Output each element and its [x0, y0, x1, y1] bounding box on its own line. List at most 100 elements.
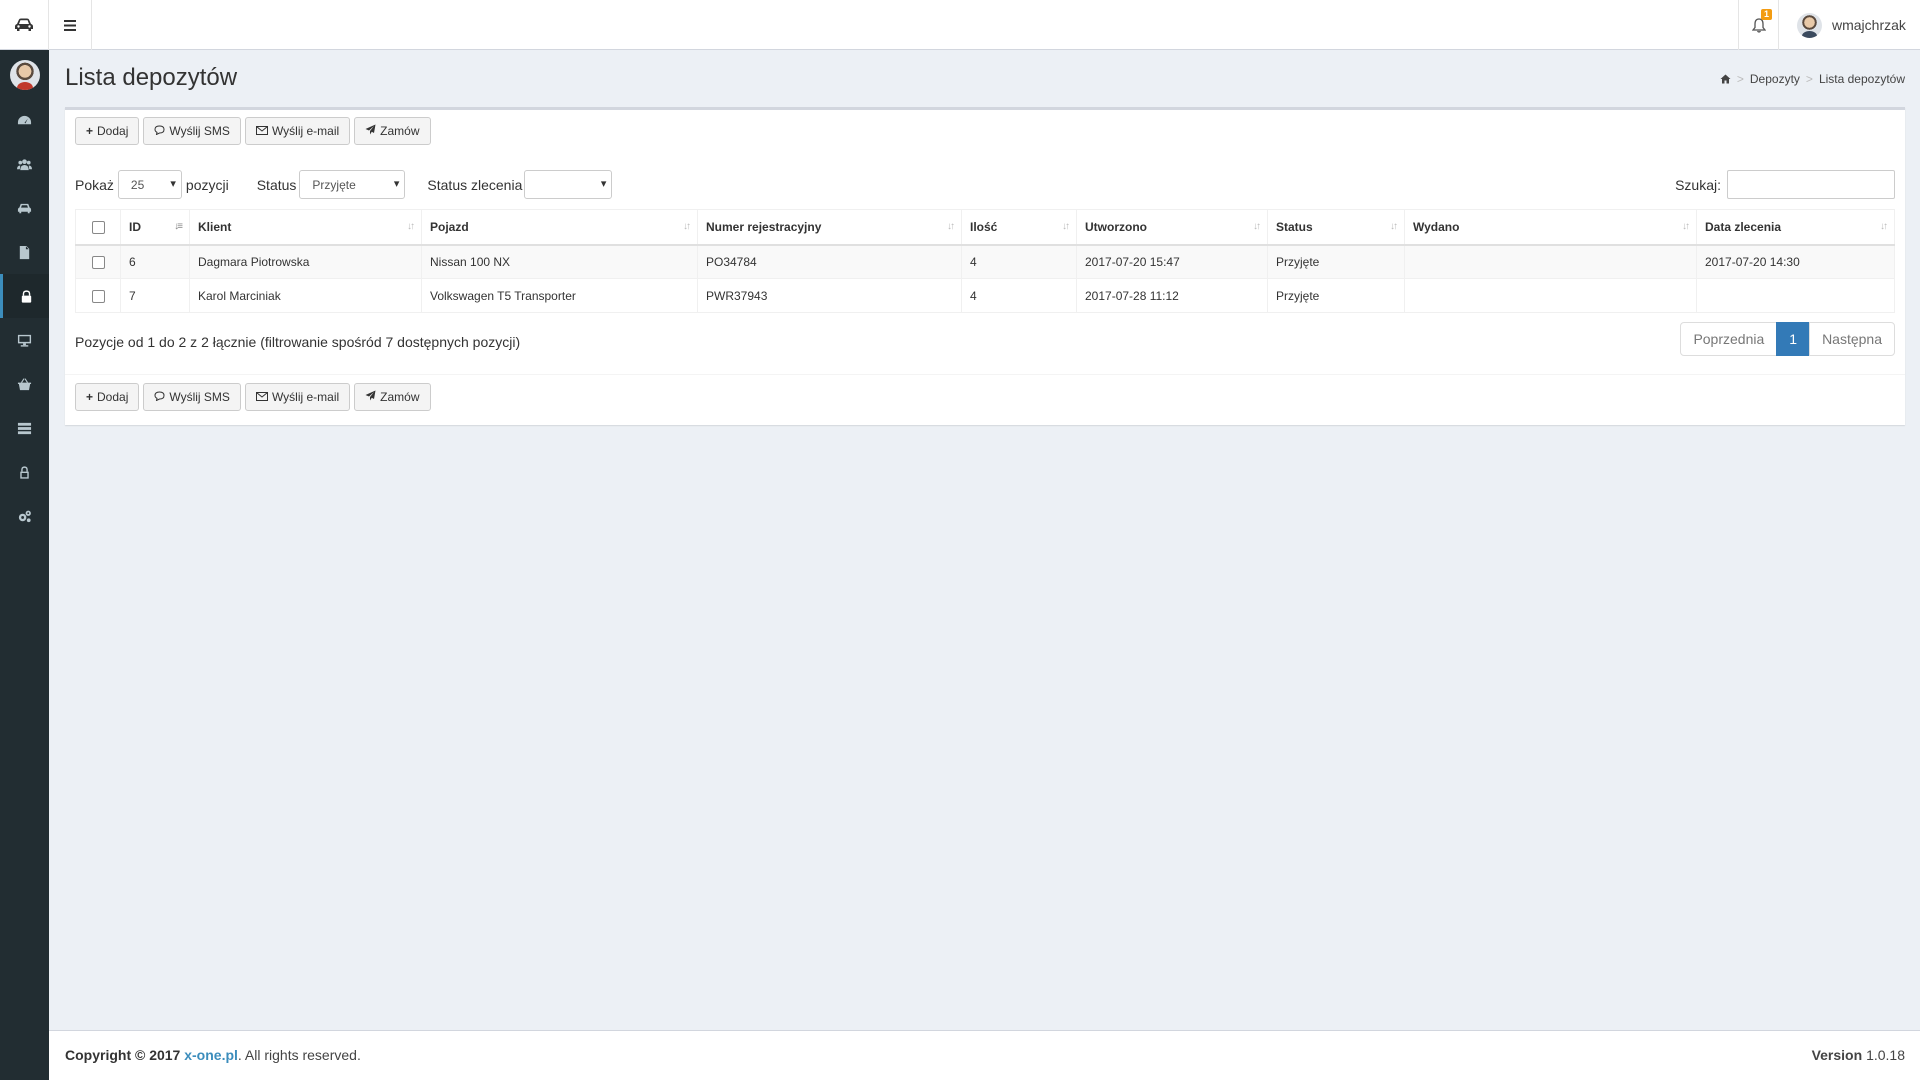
select-all-header	[75, 209, 121, 246]
order-status-label: Status zlecenia	[427, 176, 523, 193]
table-row[interactable]: 7 Karol Marciniak Volkswagen T5 Transpor…	[75, 278, 1895, 313]
sidebar-avatar[interactable]	[9, 60, 40, 90]
sidebar-toggle-button[interactable]	[49, 0, 92, 50]
sidebar-item-security[interactable]	[0, 450, 49, 494]
hamburger-icon	[64, 19, 76, 31]
cogs-icon	[18, 510, 31, 522]
sidebar-item-lists[interactable]	[0, 406, 49, 450]
footer: Copyright © 2017 x-one.pl. All rights re…	[49, 1030, 1920, 1080]
add-button[interactable]: + Dodaj	[75, 117, 140, 145]
column-header-order-date[interactable]: Data zlecenia ↓↑	[1696, 209, 1895, 246]
cell-order-date	[1696, 278, 1895, 313]
main-content: Lista depozytów > Depozyty > Lista depoz…	[49, 50, 1920, 1030]
rights-text: . All rights reserved.	[237, 1047, 361, 1063]
column-header-id[interactable]: ID ↓≡	[120, 209, 190, 246]
cell-issued	[1404, 278, 1697, 313]
cell-id: 6	[120, 244, 190, 279]
sort-icon: ↓↑	[1062, 221, 1070, 232]
cell-status: Przyjęte	[1267, 278, 1405, 313]
column-header-vehicle[interactable]: Pojazd ↓↑	[421, 209, 698, 246]
sidebar-item-vehicles[interactable]	[0, 186, 49, 230]
user-menu[interactable]: wmajchrzak	[1778, 0, 1920, 50]
status-label: Status	[256, 176, 297, 193]
dashboard-icon	[17, 115, 32, 124]
sidebar-item-dashboard[interactable]	[0, 98, 49, 142]
column-header-quantity[interactable]: Ilość ↓↑	[961, 209, 1077, 246]
positions-label: pozycji	[185, 176, 229, 193]
monitor-icon	[17, 334, 32, 347]
sidebar	[0, 50, 49, 1080]
box-divider	[65, 374, 1905, 375]
envelope-icon	[255, 390, 268, 404]
page-size-select[interactable]: 25	[117, 170, 182, 199]
sort-icon: ↓↑	[407, 221, 415, 232]
search-label: Szukaj:	[1675, 176, 1721, 193]
select-all-checkbox[interactable]	[91, 220, 105, 234]
send-sms-button[interactable]: Wyślij SMS	[143, 117, 241, 145]
sort-icon: ↓↑	[683, 221, 691, 232]
send-email-button[interactable]: Wyślij e-mail	[244, 117, 351, 145]
row-checkbox[interactable]	[91, 255, 105, 269]
sort-icon: ↓↑	[1253, 221, 1261, 232]
pagination: Poprzednia 1 Następna	[1680, 322, 1895, 356]
column-header-client[interactable]: Klient ↓↑	[189, 209, 422, 246]
envelope-icon	[255, 124, 268, 138]
status-select[interactable]: Przyjęte	[299, 170, 406, 199]
copyright: Copyright © 2017 x-one.pl. All rights re…	[65, 1047, 361, 1063]
column-header-issued[interactable]: Wydano ↓↑	[1404, 209, 1697, 246]
table-row[interactable]: 6 Dagmara Piotrowska Nissan 100 NX PO347…	[75, 244, 1895, 279]
row-checkbox[interactable]	[91, 289, 105, 303]
car-logo-icon	[15, 18, 33, 31]
table-header-row: ID ↓≡ Klient ↓↑ Pojazd ↓↑ Numer rejestracyj…	[75, 209, 1895, 246]
cell-client: Dagmara Piotrowska	[189, 244, 422, 279]
sort-asc-icon: ↓≡	[174, 221, 183, 232]
plus-icon: +	[86, 390, 94, 404]
sidebar-item-documents[interactable]	[0, 230, 49, 274]
list-icon	[17, 422, 32, 434]
company-link[interactable]: x-one.pl	[184, 1047, 238, 1063]
breadcrumb-deposits-link[interactable]: Depozyty	[1750, 72, 1800, 86]
version-label: Version	[1811, 1047, 1863, 1063]
order-button[interactable]: Zamów	[354, 117, 431, 145]
column-header-registration[interactable]: Numer rejestracyjny ↓↑	[697, 209, 962, 246]
breadcrumb-separator: >	[1805, 72, 1813, 86]
table-filters: Pokaż 25 pozycji Status Przyjęte Status …	[75, 170, 613, 199]
breadcrumb-current: Lista depozytów	[1818, 72, 1905, 86]
cell-vehicle: Nissan 100 NX	[421, 244, 698, 279]
paper-plane-icon	[365, 124, 376, 138]
pagination-page-1[interactable]: 1	[1776, 322, 1811, 356]
sort-icon: ↓↑	[1390, 221, 1398, 232]
order-status-select[interactable]	[524, 170, 613, 199]
page-title: Lista depozytów	[65, 64, 238, 91]
search-input[interactable]	[1727, 170, 1895, 199]
add-button[interactable]: + Dodaj	[75, 383, 140, 411]
basket-icon	[17, 377, 32, 390]
cell-order-date: 2017-07-20 14:30	[1696, 244, 1895, 279]
search-area: Szukaj:	[1675, 170, 1895, 199]
sidebar-item-settings[interactable]	[0, 494, 49, 538]
sidebar-item-users[interactable]	[0, 142, 49, 186]
version-value: 1.0.18	[1866, 1047, 1905, 1063]
cell-issued	[1404, 244, 1697, 279]
cell-vehicle: Volkswagen T5 Transporter	[421, 278, 698, 313]
send-email-button[interactable]: Wyślij e-mail	[244, 383, 351, 411]
cell-created: 2017-07-28 11:12	[1076, 278, 1268, 313]
logo[interactable]	[0, 0, 49, 50]
send-sms-button[interactable]: Wyślij SMS	[143, 383, 241, 411]
column-header-status[interactable]: Status ↓↑	[1267, 209, 1405, 246]
table-info: Pozycje od 1 do 2 z 2 łącznie (filtrowan…	[75, 334, 521, 350]
toolbar-bottom: + Dodaj Wyślij SMS Wyślij e-mail Zamów	[75, 383, 431, 411]
cell-quantity: 4	[961, 278, 1077, 313]
sidebar-item-deposits[interactable]	[0, 274, 49, 318]
column-header-created[interactable]: Utworzono ↓↑	[1076, 209, 1268, 246]
pagination-prev-button[interactable]: Poprzednia	[1680, 322, 1778, 356]
toolbar-top: + Dodaj Wyślij SMS Wyślij e-mail Zamów	[75, 117, 431, 145]
deposits-box: + Dodaj Wyślij SMS Wyślij e-mail Zamów Po…	[65, 107, 1905, 425]
notifications-button[interactable]: 1	[1738, 0, 1778, 50]
order-button[interactable]: Zamów	[354, 383, 431, 411]
sidebar-item-shop[interactable]	[0, 362, 49, 406]
home-icon[interactable]	[1720, 74, 1731, 84]
cell-id: 7	[120, 278, 190, 313]
pagination-next-button[interactable]: Następna	[1809, 322, 1895, 356]
sidebar-item-monitor[interactable]	[0, 318, 49, 362]
